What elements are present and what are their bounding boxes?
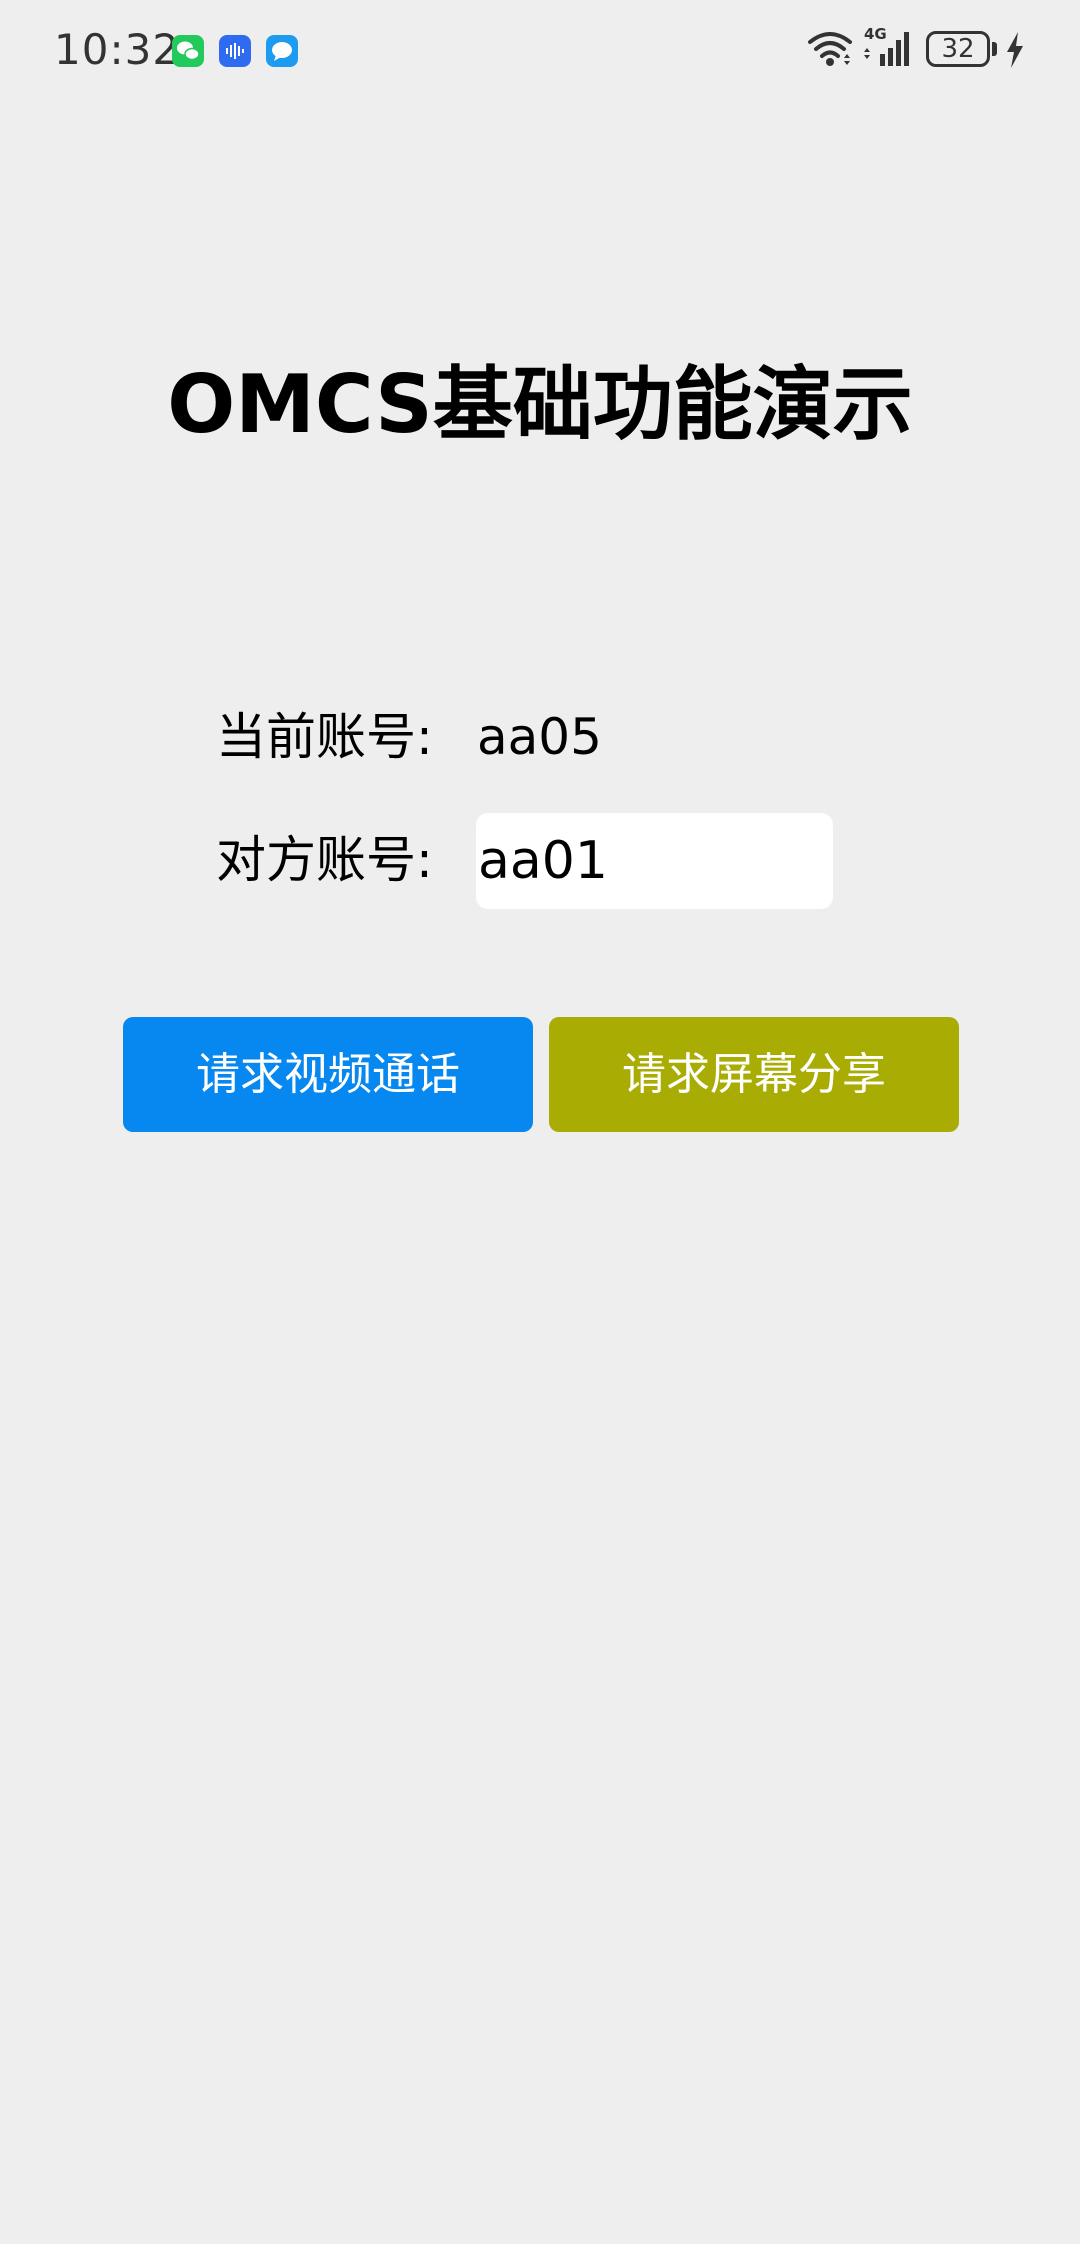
battery-icon: 32 [926, 31, 990, 67]
page-title: OMCS基础功能演示 [167, 358, 913, 451]
current-account-value: aa05 [477, 708, 602, 766]
request-video-call-button[interactable]: 请求视频通话 [123, 1017, 533, 1132]
battery-cap [992, 42, 997, 56]
target-account-label: 对方账号: [216, 831, 433, 889]
signal-icon [862, 28, 914, 72]
request-screen-share-button[interactable]: 请求屏幕分享 [549, 1017, 959, 1132]
target-account-input[interactable] [476, 813, 833, 909]
status-bar: 10:32 4G 32 [0, 0, 1080, 100]
voice-icon [219, 35, 251, 67]
message-icon [266, 35, 298, 67]
wechat-icon [172, 35, 204, 67]
status-time: 10:32 [54, 25, 181, 74]
charging-icon [1004, 30, 1026, 74]
wifi-icon [806, 28, 854, 72]
current-account-label: 当前账号: [216, 708, 433, 766]
